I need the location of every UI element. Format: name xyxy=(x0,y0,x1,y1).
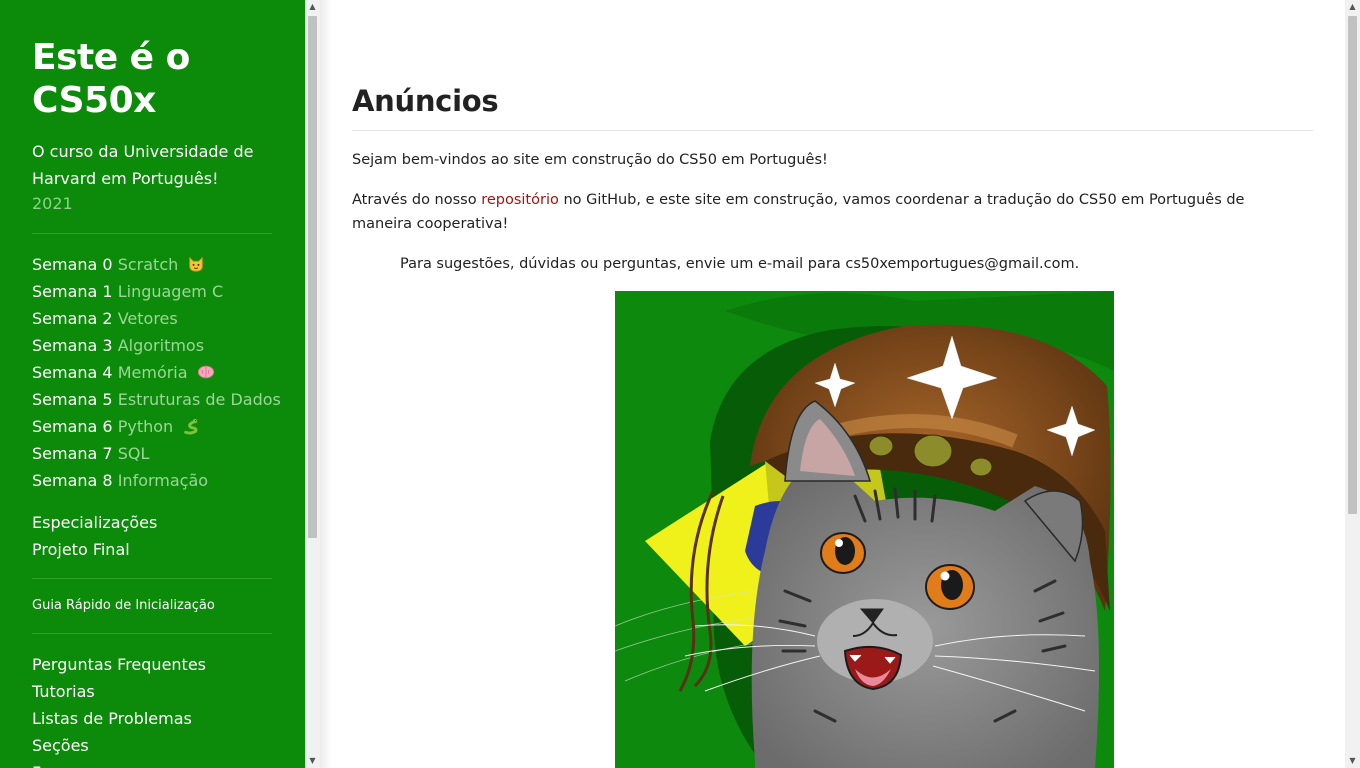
week-number[interactable]: Semana 8 xyxy=(32,471,113,490)
scroll-up-arrow-icon[interactable]: ▲ xyxy=(1345,0,1360,14)
sidebar-divider xyxy=(32,578,272,579)
welcome-text: Sejam bem-vindos ao site em construção d… xyxy=(352,152,828,168)
intro-paragraph: Através do nosso repositório no GitHub, … xyxy=(352,188,1272,236)
week-number[interactable]: Semana 6 xyxy=(32,417,113,436)
cat-face-icon xyxy=(189,256,204,272)
sidebar-scrollbar-thumb[interactable] xyxy=(308,16,317,538)
brain-icon xyxy=(197,365,214,379)
sidebar-item-week-8[interactable]: Semana 8 Informação xyxy=(32,467,281,494)
site-description-line2: Harvard em Português! xyxy=(32,169,219,188)
sidebar-divider xyxy=(32,633,272,634)
week-topic[interactable]: Informação xyxy=(118,471,208,490)
site-title-line2[interactable]: CS50x xyxy=(32,80,156,121)
week-number[interactable]: Semana 7 xyxy=(32,444,113,463)
intro-text-before: Através do nosso xyxy=(352,192,482,208)
sidebar-item-week-6[interactable]: Semana 6 Python xyxy=(32,413,281,440)
page-title: Anúncios xyxy=(352,84,499,118)
sidebar-item-final-project[interactable]: Projeto Final xyxy=(32,536,130,563)
sidebar-item-week-0[interactable]: Semana 0 Scratch xyxy=(32,251,281,278)
sidebar-item-specializations[interactable]: Especializações xyxy=(32,509,157,536)
sidebar-item-week-4[interactable]: Semana 4 Memória xyxy=(32,359,281,386)
sidebar-item-week-5[interactable]: Semana 5 Estruturas de Dados xyxy=(32,386,281,413)
sidebar-item-quick-start[interactable]: Guia Rápido de Inicialização xyxy=(32,596,215,616)
repository-link[interactable]: repositório xyxy=(481,192,559,208)
week-topic[interactable]: Linguagem C xyxy=(118,282,223,301)
main-scrollbar[interactable]: ▲ ▼ xyxy=(1345,0,1360,768)
sidebar-item-week-1[interactable]: Semana 1 Linguagem C xyxy=(32,278,281,305)
more-links-list: Perguntas Frequentes Tutorias Listas de … xyxy=(32,651,206,768)
main-content: Anúncios Sejam bem-vindos ao site em con… xyxy=(320,0,1345,768)
week-topic[interactable]: SQL xyxy=(118,444,150,463)
week-topic[interactable]: Estruturas de Dados xyxy=(118,390,281,409)
week-number[interactable]: Semana 2 xyxy=(32,309,113,328)
site-title-line1[interactable]: Este é o xyxy=(32,37,190,78)
scroll-down-arrow-icon[interactable]: ▼ xyxy=(305,754,320,768)
week-number[interactable]: Semana 3 xyxy=(32,336,113,355)
sidebar-item-week-7[interactable]: Semana 7 SQL xyxy=(32,440,281,467)
sidebar-item-week-3[interactable]: Semana 3 Algoritmos xyxy=(32,332,281,359)
main-scrollbar-thumb[interactable] xyxy=(1348,16,1357,514)
site-description: O curso da Universidade de Harvard em Po… xyxy=(32,138,253,192)
weeks-list: Semana 0 Scratch Semana 1 Linguagem C Se… xyxy=(32,251,281,494)
sidebar-item-tutorials[interactable]: Tutorias xyxy=(32,678,206,705)
sidebar-item-sections[interactable]: Seções xyxy=(32,732,206,759)
week-number[interactable]: Semana 0 xyxy=(32,255,113,274)
sidebar-item-tools[interactable]: Fer xyxy=(32,759,206,768)
site-year: 2021 xyxy=(32,194,73,213)
sidebar-scrollbar[interactable]: ▲ ▼ xyxy=(305,0,320,768)
sidebar-item-problem-sets[interactable]: Listas de Problemas xyxy=(32,705,206,732)
sidebar-divider xyxy=(32,233,272,234)
cat-illustration xyxy=(615,291,1114,768)
week-topic[interactable]: Vetores xyxy=(118,309,178,328)
main-shadow xyxy=(320,0,332,768)
week-number[interactable]: Semana 1 xyxy=(32,282,113,301)
week-number[interactable]: Semana 5 xyxy=(32,390,113,409)
sidebar-item-week-2[interactable]: Semana 2 Vetores xyxy=(32,305,281,332)
week-topic[interactable]: Algoritmos xyxy=(118,336,204,355)
week-number[interactable]: Semana 4 xyxy=(32,363,113,382)
site-description-line1: O curso da Universidade de xyxy=(32,142,254,161)
title-divider xyxy=(352,130,1313,131)
sidebar-item-faq[interactable]: Perguntas Frequentes xyxy=(32,651,206,678)
week-topic[interactable]: Memória xyxy=(118,363,188,382)
sidebar: Este é o CS50x O curso da Universidade d… xyxy=(0,0,305,768)
scroll-down-arrow-icon[interactable]: ▼ xyxy=(1345,754,1360,768)
site-title[interactable]: Este é o CS50x xyxy=(32,36,190,122)
snake-icon xyxy=(184,418,198,435)
week-topic[interactable]: Python xyxy=(118,417,173,436)
contact-text: Para sugestões, dúvidas ou perguntas, en… xyxy=(400,256,1080,272)
scroll-up-arrow-icon[interactable]: ▲ xyxy=(305,0,320,14)
week-topic[interactable]: Scratch xyxy=(118,255,179,274)
